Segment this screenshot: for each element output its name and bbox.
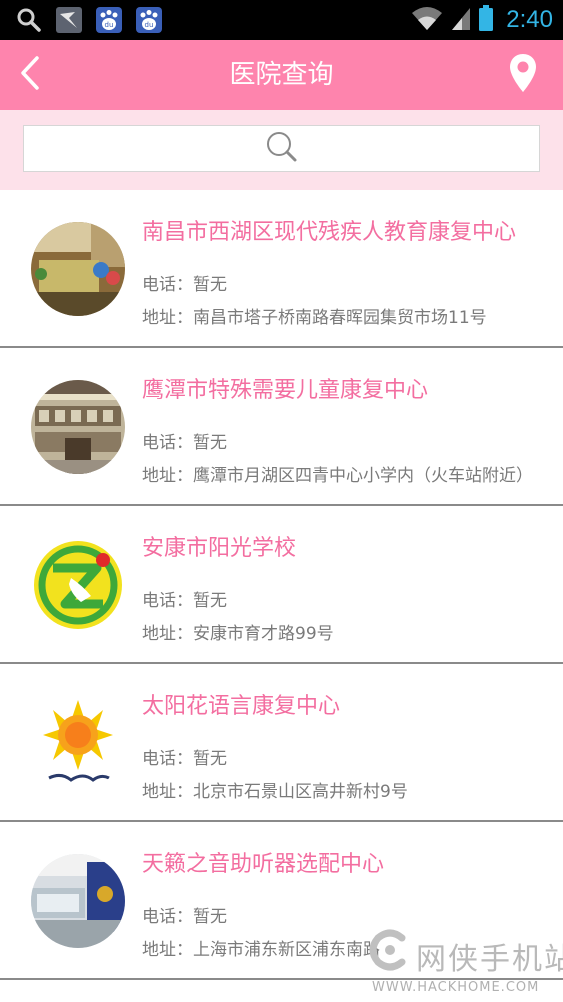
list-item[interactable]: 南昌市西湖区现代残疾人教育康复中心 电话：暂无 地址：南昌市塔子桥南路春晖园集贸… <box>0 190 563 348</box>
hospital-address: 地址：安康市育才路99号 <box>142 624 334 644</box>
watermark-text: 网侠手机站 <box>416 942 563 977</box>
chevron-left-icon <box>19 55 41 95</box>
list-item[interactable]: 鹰潭市特殊需要儿童康复中心 电话：暂无 地址：鹰潭市月湖区四青中心小学内（火车站… <box>0 348 563 506</box>
watermark-url: WWW.HACKHOME.COM <box>372 980 540 995</box>
hospital-photo <box>31 380 125 474</box>
baidu-paw-icon: du <box>134 5 164 35</box>
hospital-address: 地址：鹰潭市月湖区四青中心小学内（火车站附近） <box>142 466 533 486</box>
search-input[interactable] <box>23 125 540 172</box>
signal-icon <box>450 4 472 36</box>
hospital-name: 太阳花语言康复中心 <box>142 694 341 719</box>
search-icon <box>265 130 299 168</box>
baidu-paw-icon: du <box>94 5 124 35</box>
hackhome-logo-icon <box>368 928 412 976</box>
notification-icons: du du <box>14 5 164 35</box>
system-status: 2:40 <box>410 4 553 36</box>
hospital-phone: 电话：暂无 <box>142 749 227 769</box>
sunflower-logo <box>31 696 125 790</box>
hospital-name: 鹰潭市特殊需要儿童康复中心 <box>142 378 429 403</box>
list-item[interactable]: 太阳花语言康复中心 电话：暂无 地址：北京市石景山区高井新村9号 <box>0 664 563 822</box>
hospital-phone: 电话：暂无 <box>142 591 227 611</box>
location-button[interactable] <box>501 52 545 98</box>
back-button[interactable] <box>0 40 60 110</box>
hospital-name: 安康市阳光学校 <box>142 536 297 561</box>
search-area <box>0 110 563 190</box>
wifi-icon <box>410 4 444 36</box>
bird-app-icon <box>54 5 84 35</box>
svg-text:du: du <box>105 21 114 29</box>
hospital-photo <box>31 854 125 948</box>
list-item[interactable]: 安康市阳光学校 电话：暂无 地址：安康市育才路99号 <box>0 506 563 664</box>
hospital-list: 南昌市西湖区现代残疾人教育康复中心 电话：暂无 地址：南昌市塔子桥南路春晖园集贸… <box>0 190 563 980</box>
hospital-address: 地址：北京市石景山区高井新村9号 <box>142 782 408 802</box>
watermark: 网侠手机站 WWW.HACKHOME.COM <box>368 928 563 998</box>
status-bar: du du 2:40 <box>0 0 563 40</box>
hospital-photo <box>31 222 125 316</box>
battery-icon <box>478 4 494 36</box>
hospital-phone: 电话：暂无 <box>142 907 227 927</box>
map-pin-icon <box>508 53 538 97</box>
hospital-name: 南昌市西湖区现代残疾人教育康复中心 <box>142 220 517 245</box>
svg-text:du: du <box>145 21 154 29</box>
status-time: 2:40 <box>506 6 553 33</box>
hospital-name: 天籁之音助听器选配中心 <box>142 852 385 877</box>
page-title: 医院查询 <box>229 60 334 90</box>
search-icon <box>14 5 44 35</box>
hospital-address: 地址：南昌市塔子桥南路春晖园集贸市场11号 <box>142 308 487 328</box>
hospital-phone: 电话：暂无 <box>142 433 227 453</box>
hospital-phone: 电话：暂无 <box>142 275 227 295</box>
app-header: 医院查询 <box>0 40 563 110</box>
school-logo <box>31 538 125 632</box>
